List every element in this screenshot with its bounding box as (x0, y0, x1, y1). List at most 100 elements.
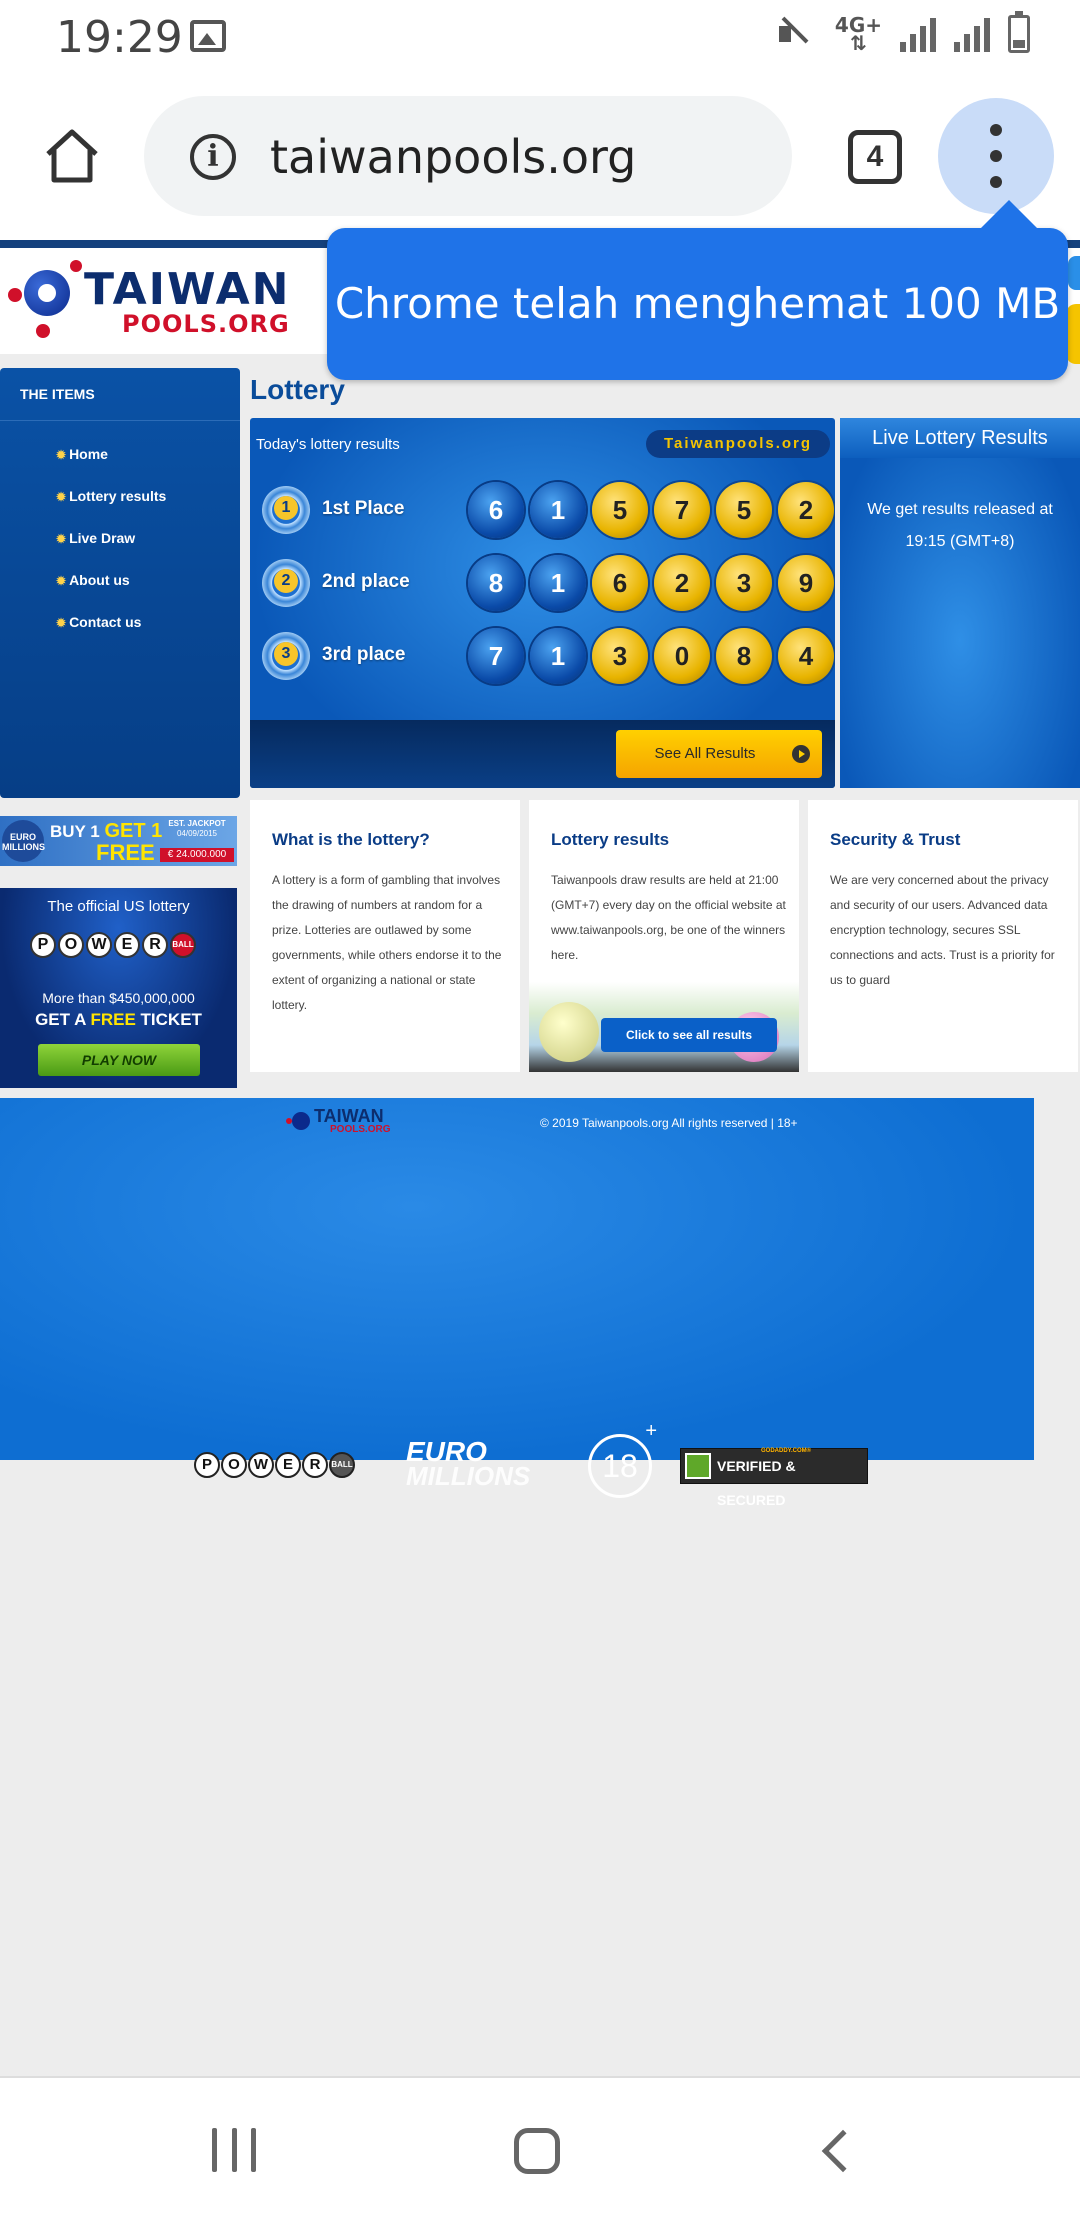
card-title: Lottery results (551, 830, 670, 849)
see-all-results-link[interactable]: Click to see all results (601, 1018, 777, 1052)
number-ball: 4 (778, 628, 834, 684)
play-now-button[interactable]: PLAY NOW (38, 1044, 200, 1076)
see-all-results-button[interactable]: See All Results (616, 730, 822, 778)
card-body: Taiwanpools draw results are held at 21:… (551, 873, 786, 962)
results-footer: See All Results (250, 720, 835, 788)
card-title: What is the lottery? (272, 830, 430, 849)
euromillions-ad[interactable]: EURO MILLIONS BUY 1 GET 1 FREE EST. JACK… (0, 816, 237, 866)
age-number: 18 (602, 1448, 638, 1484)
page-title: Lottery (250, 374, 345, 405)
ad-text-highlight: FREE (90, 1010, 136, 1029)
sidebar-menu: THE ITEMS Home Lottery results Live Draw… (0, 368, 240, 798)
back-button[interactable] (821, 2129, 865, 2173)
status-time: 19:29 (56, 12, 183, 63)
powerball-logo: P O W E R BALL (30, 932, 196, 958)
sidebar-heading: THE ITEMS (20, 386, 95, 402)
ad-text-highlight: GET 1 (104, 820, 163, 842)
number-ball: 3 (716, 555, 772, 611)
info-icon[interactable]: i (190, 134, 236, 180)
sidebar-item-contact-us[interactable]: Contact us (56, 614, 141, 630)
menu-button[interactable] (938, 98, 1054, 214)
ad-text-part: BUY 1 (50, 822, 105, 841)
badge-number: 1 (274, 496, 298, 520)
powerball-logo: P O W E R BALL (194, 1452, 355, 1478)
results-brand: Taiwanpools.org (646, 430, 830, 458)
address-bar[interactable]: i taiwanpools.org (144, 96, 792, 216)
jackpot-amount: € 24.000.000 (160, 848, 234, 862)
info-card-lottery-results: Lottery results Taiwanpools draw results… (529, 800, 799, 1072)
age-plus: + (645, 1420, 657, 1442)
site-footer: TAIWAN POOLS.ORG © 2019 Taiwanpools.org … (0, 1098, 1034, 1460)
logo-text: MILLIONS (406, 1461, 531, 1491)
sidebar-item-about-us[interactable]: About us (56, 572, 130, 588)
number-ball: 6 (592, 555, 648, 611)
badge-text: VERIFIED & SECURED (717, 1458, 796, 1508)
logo-letter: R (302, 1452, 328, 1478)
card-body: We are very concerned about the privacy … (830, 873, 1055, 987)
euromillions-badge-icon: EURO MILLIONS (2, 820, 45, 862)
ad-text-part: GET A (35, 1010, 91, 1029)
logo-letter: E (275, 1452, 301, 1478)
data-saver-toast[interactable]: Chrome telah menghemat 100 MB (327, 200, 1068, 380)
result-row-2nd: 2 2nd place 8 1 6 2 3 9 (250, 553, 835, 613)
logo-letter: P (30, 932, 56, 958)
logo-letter: O (221, 1452, 247, 1478)
more-vert-icon-dot (990, 176, 1002, 188)
site-logo[interactable]: TAIWAN POOLS.ORG (4, 260, 289, 340)
info-card-security: Security & Trust We are very concerned a… (808, 800, 1078, 1072)
home-button[interactable] (40, 124, 104, 188)
recent-apps-button[interactable] (212, 2128, 256, 2172)
place-1-badge-icon: 1 (262, 486, 310, 534)
live-results-heading: Live Lottery Results (840, 418, 1080, 458)
footer-logo[interactable]: TAIWAN POOLS.ORG (286, 1106, 416, 1142)
divider (0, 420, 240, 421)
number-ball: 7 (654, 482, 710, 538)
live-results-panel: Live Lottery Results We get results rele… (840, 418, 1080, 788)
browser-toolbar: i taiwanpools.org 4 (0, 72, 1080, 240)
recent-apps-icon-bar (212, 2128, 217, 2172)
number-ball: 8 (716, 628, 772, 684)
network-label: 4G+ (834, 13, 882, 37)
sidebar-item-live-draw[interactable]: Live Draw (56, 530, 135, 546)
euromillions-logo: EURO MILLIONS (406, 1438, 531, 1491)
age-18-plus-icon: 18 + (588, 1421, 657, 1498)
status-icons: 4G+ ⇅ (777, 11, 1030, 54)
number-ball: 7 (468, 628, 524, 684)
battery-charging-icon (1008, 11, 1030, 53)
ad-text: GET A FREE TICKET (0, 1010, 237, 1030)
result-row-1st: 1 1st Place 6 1 5 7 5 2 (250, 480, 835, 540)
number-ball: 6 (468, 482, 524, 538)
logo-letter: W (248, 1452, 274, 1478)
number-ball: 2 (778, 482, 834, 538)
signal-icon (900, 16, 936, 52)
number-ball: 9 (778, 555, 834, 611)
logo-text-sub: POOLS.ORG (330, 1124, 391, 1135)
jackpot-label: EST. JACKPOT (168, 819, 226, 828)
logo-letter: R (142, 932, 168, 958)
copyright-text: © 2019 Taiwanpools.org All rights reserv… (540, 1116, 798, 1130)
result-row-3rd: 3 3rd place 7 1 3 0 8 4 (250, 626, 835, 686)
results-heading: Today's lottery results (256, 436, 400, 453)
ad-text: More than $450,000,000 (42, 990, 195, 1006)
place-2-badge-icon: 2 (262, 559, 310, 607)
logo-ball-icon (292, 1112, 310, 1130)
tab-switcher-button[interactable]: 4 (848, 130, 902, 184)
number-ball: 1 (530, 628, 586, 684)
logo-ball-icon (24, 270, 70, 316)
status-bar: 19:29 4G+ ⇅ (0, 0, 1080, 72)
logo-dot (8, 288, 22, 302)
url-text[interactable]: taiwanpools.org (270, 130, 636, 184)
home-nav-button[interactable] (514, 2128, 560, 2174)
card-title: Security & Trust (830, 830, 961, 849)
logo-letter: W (86, 932, 112, 958)
powerball-ad[interactable]: The official US lottery P O W E R BALL M… (0, 888, 237, 1088)
logo-letter: BALL (170, 932, 196, 958)
image-icon (190, 20, 226, 52)
sidebar-item-home[interactable]: Home (56, 446, 108, 462)
web-page: TAIWAN POOLS.ORG THE ITEMS Home Lottery … (0, 240, 1080, 2076)
sidebar-item-lottery-results[interactable]: Lottery results (56, 488, 166, 504)
place-label: 3rd place (322, 644, 406, 665)
number-ball: 1 (530, 482, 586, 538)
mute-icon (777, 14, 817, 54)
results-panel: Today's lottery results Taiwanpools.org … (250, 418, 835, 788)
